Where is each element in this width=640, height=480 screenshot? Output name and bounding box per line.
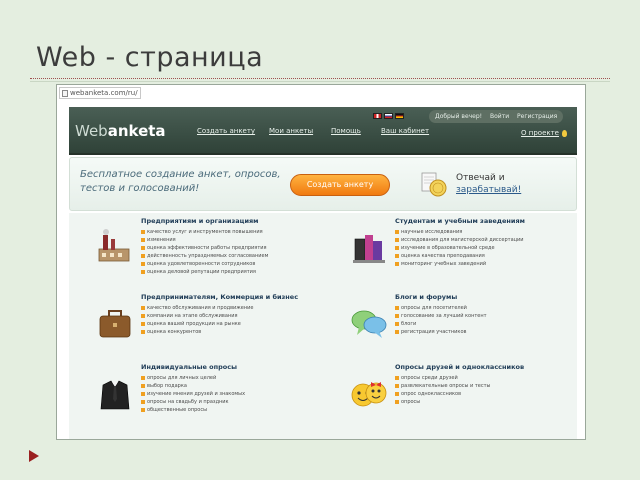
list-item: опросы для личных целей — [141, 374, 316, 382]
section-list: качество обслуживания и продвижение комп… — [141, 304, 316, 336]
books-icon — [353, 235, 385, 263]
title-divider — [30, 78, 610, 79]
nav-create-survey[interactable]: Создать анкету — [197, 127, 255, 135]
nav-cabinet[interactable]: Ваш кабинет — [381, 127, 429, 135]
create-survey-button[interactable]: Создать анкету — [290, 174, 390, 196]
list-item: качество обслуживания и продвижение — [141, 304, 316, 312]
audience-sections: Предприятиям и организациям качество усл… — [69, 213, 577, 439]
list-item: выбор подарка — [141, 382, 316, 390]
flag-ru-icon[interactable] — [384, 113, 393, 119]
section-title[interactable]: Опросы друзей и одноклассников — [395, 363, 524, 371]
section-title[interactable]: Индивидуальные опросы — [141, 363, 237, 371]
coins-document-icon — [421, 172, 447, 197]
language-flags — [373, 113, 404, 119]
sign-in-link[interactable]: Войти — [490, 113, 509, 120]
earn-promo: Отвечай и зарабатывай! — [456, 172, 521, 196]
site-header: Webanketa Создать анкету Мои анкеты Помо… — [69, 107, 577, 155]
list-item: регистрация участников — [395, 328, 570, 336]
address-text: webanketa.com/ru/ — [70, 89, 138, 97]
nav-my-surveys[interactable]: Мои анкеты — [269, 127, 313, 135]
list-item: опросы — [395, 398, 570, 406]
login-panel: Добрый вечер! Войти Регистрация — [429, 110, 563, 123]
list-item: изменения — [141, 236, 316, 244]
logo-light: Web — [75, 122, 108, 140]
section-list: опросы для личных целей выбор подарка из… — [141, 374, 316, 414]
hero-banner: Бесплатное создание анкет, опросов, тест… — [69, 157, 577, 211]
site-logo[interactable]: Webanketa — [75, 122, 166, 140]
list-item: голосование за лучший контент — [395, 312, 570, 320]
list-item: научные исследования — [395, 228, 570, 236]
earn-link[interactable]: зарабатывай! — [456, 184, 521, 196]
list-item: оценка эффективности работы предприятия — [141, 244, 316, 252]
flag-en-icon[interactable] — [373, 113, 382, 119]
section-title[interactable]: Предпринимателям, Коммерция и бизнес — [141, 293, 298, 301]
page-icon — [62, 90, 68, 97]
list-item: компании на этапе обслуживания — [141, 312, 316, 320]
list-item: оценка удовлетворенности сотрудников — [141, 260, 316, 268]
banner-tagline: Бесплатное создание анкет, опросов, тест… — [80, 169, 281, 194]
section-title[interactable]: Студентам и учебным заведениям — [395, 217, 525, 225]
title-divider-2 — [30, 81, 610, 82]
bulb-icon — [562, 129, 567, 137]
briefcase-icon — [99, 310, 131, 338]
earn-line-1: Отвечай и — [456, 173, 505, 183]
list-item: оценка конкурентов — [141, 328, 316, 336]
about-text: О проекте — [521, 129, 559, 137]
slide-nav-arrow-icon[interactable] — [28, 449, 40, 463]
factory-icon — [98, 229, 130, 262]
list-item: блоги — [395, 320, 570, 328]
about-link[interactable]: О проекте — [521, 129, 567, 137]
suit-icon — [100, 380, 130, 410]
list-item: оценка вашей продукции на рынке — [141, 320, 316, 328]
list-item: оценка деловой репутации предприятия — [141, 268, 316, 276]
section-list: качество услуг и инструментов повышения … — [141, 228, 316, 276]
speech-bubbles-icon — [351, 310, 387, 338]
section-list: опросы для посетителей голосование за лу… — [395, 304, 570, 336]
section-title[interactable]: Блоги и форумы — [395, 293, 457, 301]
list-item: действенность упраздняемых согласованием — [141, 252, 316, 260]
section-list: научные исследования исследования для ма… — [395, 228, 570, 268]
flag-de-icon[interactable] — [395, 113, 404, 119]
section-title[interactable]: Предприятиям и организациям — [141, 217, 258, 225]
webpage-screenshot: webanketa.com/ru/ Webanketa Создать анке… — [56, 84, 586, 440]
list-item: изучение мнения друзей и знакомых — [141, 390, 316, 398]
address-bar[interactable]: webanketa.com/ru/ — [59, 87, 141, 99]
register-link[interactable]: Регистрация — [517, 113, 557, 120]
list-item: опросы на свадьбу и праздник — [141, 398, 316, 406]
section-list: опросы среди друзей развлекательные опро… — [395, 374, 570, 406]
list-item: опросы среди друзей — [395, 374, 570, 382]
list-item: исследования для магистерской диссертаци… — [395, 236, 570, 244]
list-item: опросы для посетителей — [395, 304, 570, 312]
list-item: качество услуг и инструментов повышения — [141, 228, 316, 236]
list-item: мониторинг учебных заведений — [395, 260, 570, 268]
list-item: изучение в образовательной среде — [395, 244, 570, 252]
logo-bold: anketa — [107, 122, 166, 140]
list-item: опрос одноклассников — [395, 390, 570, 398]
list-item: развлекательные опросы и тесты — [395, 382, 570, 390]
list-item: общественные опросы — [141, 406, 316, 414]
smiley-faces-icon — [351, 382, 387, 407]
login-greeting: Добрый вечер! — [435, 113, 483, 120]
list-item: оценка качества преподавания — [395, 252, 570, 260]
slide-title: Web - страница — [36, 42, 264, 73]
nav-help[interactable]: Помощь — [331, 127, 361, 135]
